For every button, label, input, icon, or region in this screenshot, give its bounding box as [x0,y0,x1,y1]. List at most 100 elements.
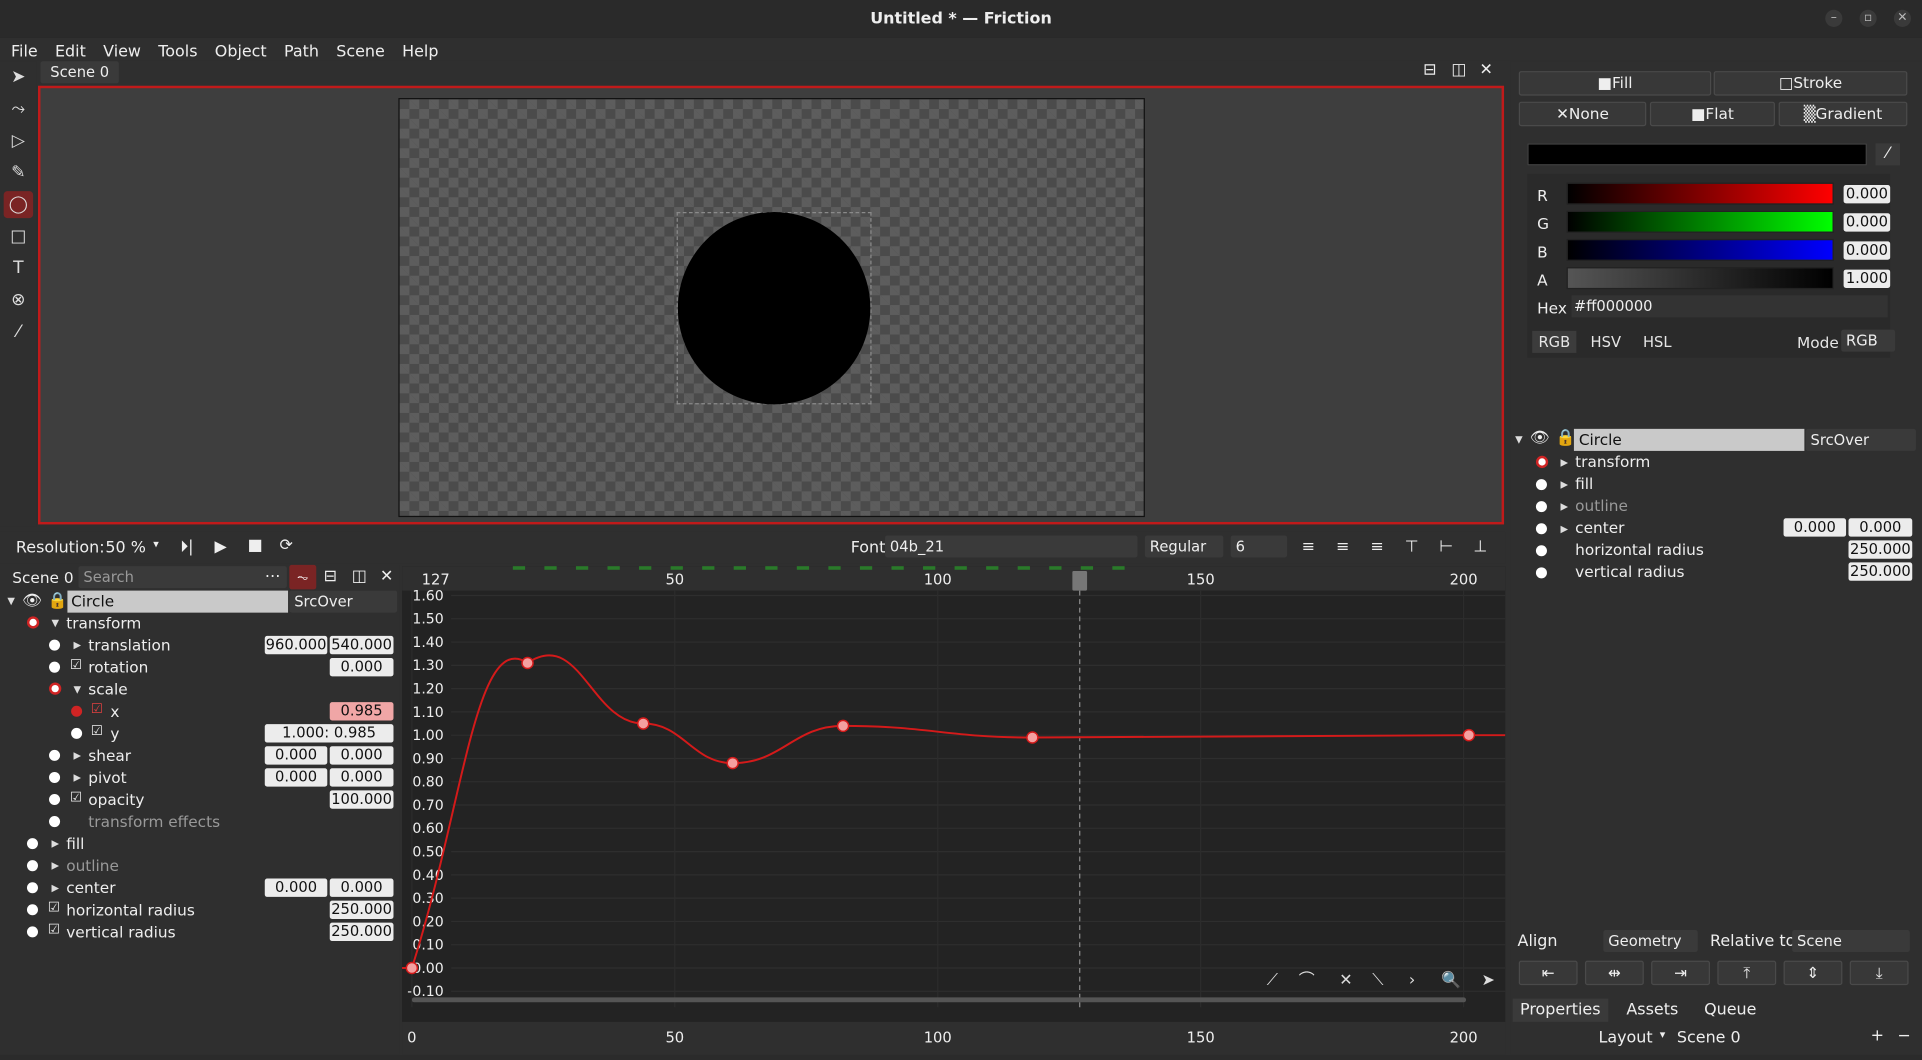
shear-y-field[interactable]: 0.000 [329,746,394,765]
menu-edit[interactable]: Edit [44,43,86,63]
loop-icon[interactable]: ⟳ [279,537,292,555]
stroke-tab[interactable]: □Stroke [1713,71,1908,96]
close-view-icon[interactable]: ✕ [1480,61,1493,79]
expand-arrow-icon[interactable]: ▶ [1560,479,1568,490]
prop-translation[interactable]: translation [88,635,170,657]
stop-icon[interactable]: ■ [248,537,263,555]
menu-file[interactable]: File [0,43,38,63]
prop-scale-x[interactable]: x [110,701,119,723]
record-dot-icon[interactable] [49,682,62,695]
prop-vertical-radius[interactable]: vertical radius [1575,561,1684,583]
key-dot-icon[interactable] [71,727,83,739]
translation-x-field[interactable]: 960.000 [264,635,328,655]
vertical-radius-field[interactable]: 250.000 [1848,562,1913,581]
green-slider[interactable] [1566,210,1834,233]
chevron-down-icon[interactable]: ▾ [1660,1029,1666,1041]
key-dot-icon[interactable] [1535,479,1547,491]
chevron-down-icon[interactable]: ▾ [153,539,159,551]
green-value[interactable]: 0.000 [1843,213,1891,232]
font-size-select[interactable]: 6 [1230,535,1288,558]
graph-toggle-icon[interactable]: ⏦ [289,564,317,590]
expand-arrow-icon[interactable]: ▶ [74,750,82,761]
close-panel-icon[interactable]: ✕ [380,567,393,585]
align-right-button[interactable]: ⇥ [1651,960,1710,986]
paint-flat-button[interactable]: ■Flat [1649,101,1775,127]
expand-arrow-icon[interactable]: ▼ [51,618,59,629]
blend-mode-select[interactable]: SrcOver [289,590,398,613]
tab-hsv[interactable]: HSV [1584,331,1628,353]
prop-pivot[interactable]: pivot [88,767,126,789]
scale-x-field[interactable]: 0.985 [329,702,394,721]
null-object-icon[interactable]: ⊗ [4,287,33,314]
record-dot-icon[interactable] [26,616,40,629]
minimize-button[interactable]: – [1825,9,1843,27]
key-dot-icon[interactable] [26,838,38,850]
add-layout-icon[interactable]: + [1871,1027,1884,1045]
align-left-icon[interactable]: ≡ [1302,538,1315,556]
expand-arrow-icon[interactable]: ▶ [51,860,59,871]
key-dot-icon[interactable] [26,860,38,872]
paint-gradient-button[interactable]: ▒Gradient [1778,101,1908,127]
color-picker-icon[interactable]: ⁄ [4,319,33,346]
canvas-viewport[interactable] [37,85,1505,525]
prop-scale-y[interactable]: y [110,723,119,745]
key-dot-icon[interactable] [49,749,61,761]
visibility-eye-icon[interactable]: 👁 [22,592,42,610]
blue-slider[interactable] [1566,238,1834,261]
eyedropper-icon[interactable]: ⁄ [1875,143,1900,166]
graph-check-icon[interactable]: ☑ [70,657,82,673]
select-arrow-icon[interactable]: ➤ [4,64,33,91]
graph-editor[interactable]: 127 50 100 150 200 1.60 1.50 1.40 1.30 1.20 1.10 1.… [399,566,1506,1022]
scene-canvas[interactable] [398,98,1145,518]
key-dot-icon[interactable] [1535,501,1547,513]
prop-transform[interactable]: transform [66,613,141,635]
align-top-icon[interactable]: ⊤ [1405,538,1419,556]
expand-arrow-icon[interactable]: ▶ [51,838,59,849]
relative-to-select[interactable]: Scene [1792,930,1910,953]
key-dot-icon[interactable] [49,639,61,651]
expand-arrow-icon[interactable]: ▶ [74,772,82,783]
align-left-button[interactable]: ⇤ [1518,960,1578,986]
align-right-icon[interactable]: ≡ [1370,538,1383,556]
tab-properties[interactable]: Properties [1512,998,1608,1022]
alpha-slider[interactable] [1566,267,1834,290]
align-middle-icon[interactable]: ⊢ [1439,538,1453,556]
align-bottom-button[interactable]: ⤓ [1849,960,1909,986]
key-dot-icon[interactable] [49,793,61,806]
collapse-arrow-icon[interactable]: ▼ [1515,434,1523,445]
key-dot-icon[interactable] [1535,567,1547,579]
red-value[interactable]: 0.000 [1843,185,1891,204]
tab-scene-0[interactable]: Scene 0 [40,61,119,84]
expand-arrow-icon[interactable]: ▶ [51,882,59,893]
split-horizontal-icon[interactable]: ⊟ [1423,61,1436,79]
opacity-field[interactable]: 100.000 [329,790,394,809]
tab-assets[interactable]: Assets [1619,999,1686,1022]
lock-icon[interactable]: 🔒 [1556,429,1576,447]
graph-check-icon[interactable]: ☑ [48,921,60,937]
more-icon[interactable]: ⋯ [265,567,281,585]
menu-view[interactable]: View [92,43,141,63]
graph-check-icon[interactable]: ☑ [70,789,82,805]
shear-x-field[interactable]: 0.000 [264,746,328,765]
prop-shear[interactable]: shear [88,745,131,767]
blend-mode-select[interactable]: SrcOver [1805,428,1916,451]
paint-none-button[interactable]: ✕None [1518,101,1647,127]
expand-arrow-icon[interactable]: ▶ [1560,501,1568,512]
close-button[interactable]: ✕ [1893,9,1912,27]
menu-scene[interactable]: Scene [325,43,385,63]
key-dot-icon[interactable] [49,771,61,783]
prop-outline[interactable]: outline [66,855,119,877]
search-input[interactable]: Search [78,566,287,589]
translation-y-field[interactable]: 540.000 [329,635,394,655]
align-top-button[interactable]: ⤒ [1717,960,1777,986]
circle-shape[interactable] [677,211,871,405]
key-dot-icon[interactable] [49,816,61,828]
next-frame-icon[interactable]: ⏵| [180,538,193,556]
key-dot-icon[interactable] [26,882,38,894]
layout-horizontal-icon[interactable]: ⊟ [324,567,337,585]
scale-y-field[interactable]: 1.000: 0.985 [264,724,394,743]
menu-tools[interactable]: Tools [147,43,197,63]
point-edit-icon[interactable]: ⤳ [4,96,33,123]
collapse-arrow-icon[interactable]: ▼ [7,595,15,606]
prop-outline[interactable]: outline [1575,495,1628,517]
